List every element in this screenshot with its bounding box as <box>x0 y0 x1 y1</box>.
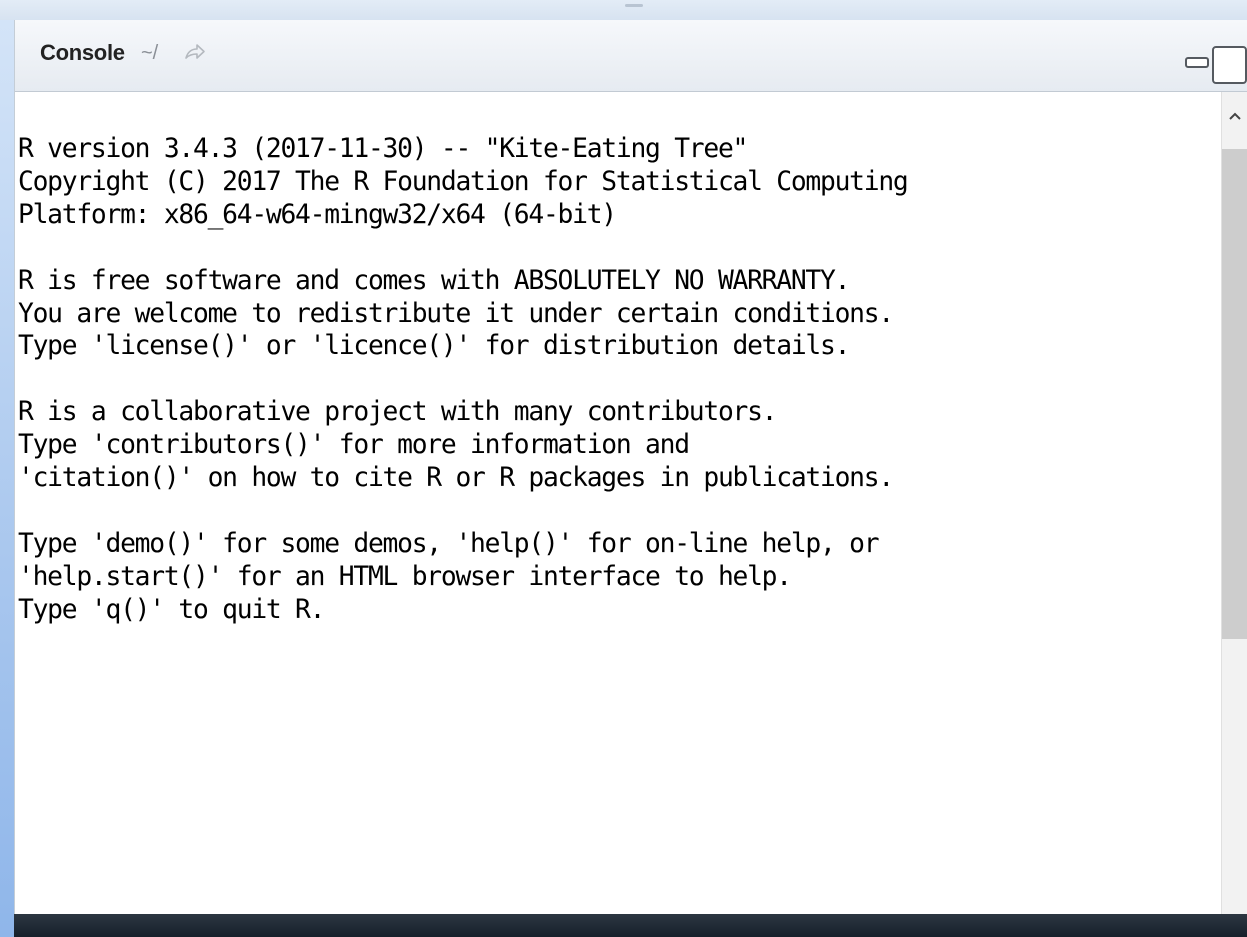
minimize-icon[interactable] <box>1185 45 1209 69</box>
vertical-scrollbar[interactable] <box>1221 92 1247 937</box>
pane-header: Console ~/ <box>15 20 1247 92</box>
pane-splitter[interactable] <box>0 0 1247 20</box>
console-line: Platform: x86_64-w64-mingw32/x64 (64-bit… <box>18 199 617 230</box>
scroll-up-arrow-icon[interactable] <box>1222 106 1247 126</box>
go-to-directory-icon[interactable] <box>183 40 207 64</box>
console-pane: Console ~/ R version 3.4.3 (2017-11-30) … <box>14 20 1247 937</box>
console-line: R version 3.4.3 (2017-11-30) -- "Kite-Ea… <box>18 134 748 164</box>
bottom-bar <box>14 914 1247 937</box>
console-line: 'help.start()' for an HTML browser inter… <box>18 561 792 592</box>
pane-title[interactable]: Console <box>40 40 125 66</box>
console-line: R is free software and comes with ABSOLU… <box>18 265 850 296</box>
console-text: R version 3.4.3 (2017-11-30) -- "Kite-Ea… <box>18 133 909 627</box>
console-line: Type 'contributors()' for more informati… <box>18 430 690 461</box>
scrollbar-thumb[interactable] <box>1222 149 1247 639</box>
console-line: Copyright (C) 2017 The R Foundation for … <box>18 166 909 197</box>
console-output[interactable]: R version 3.4.3 (2017-11-30) -- "Kite-Ea… <box>15 92 1221 937</box>
background-left-strip <box>0 0 14 937</box>
splitter-grip-icon[interactable] <box>625 4 643 7</box>
console-line: R is a collaborative project with many c… <box>18 397 778 428</box>
console-line: Type 'license()' or 'licence()' for dist… <box>18 331 850 362</box>
console-line: You are welcome to redistribute it under… <box>18 298 894 329</box>
console-line: 'citation()' on how to cite R or R packa… <box>18 463 894 494</box>
console-line: Type 'demo()' for some demos, 'help()' f… <box>18 528 880 559</box>
working-directory-path: ~/ <box>141 42 159 64</box>
console-line: Type 'q()' to quit R. <box>18 594 325 625</box>
maximize-icon[interactable] <box>1211 45 1247 85</box>
